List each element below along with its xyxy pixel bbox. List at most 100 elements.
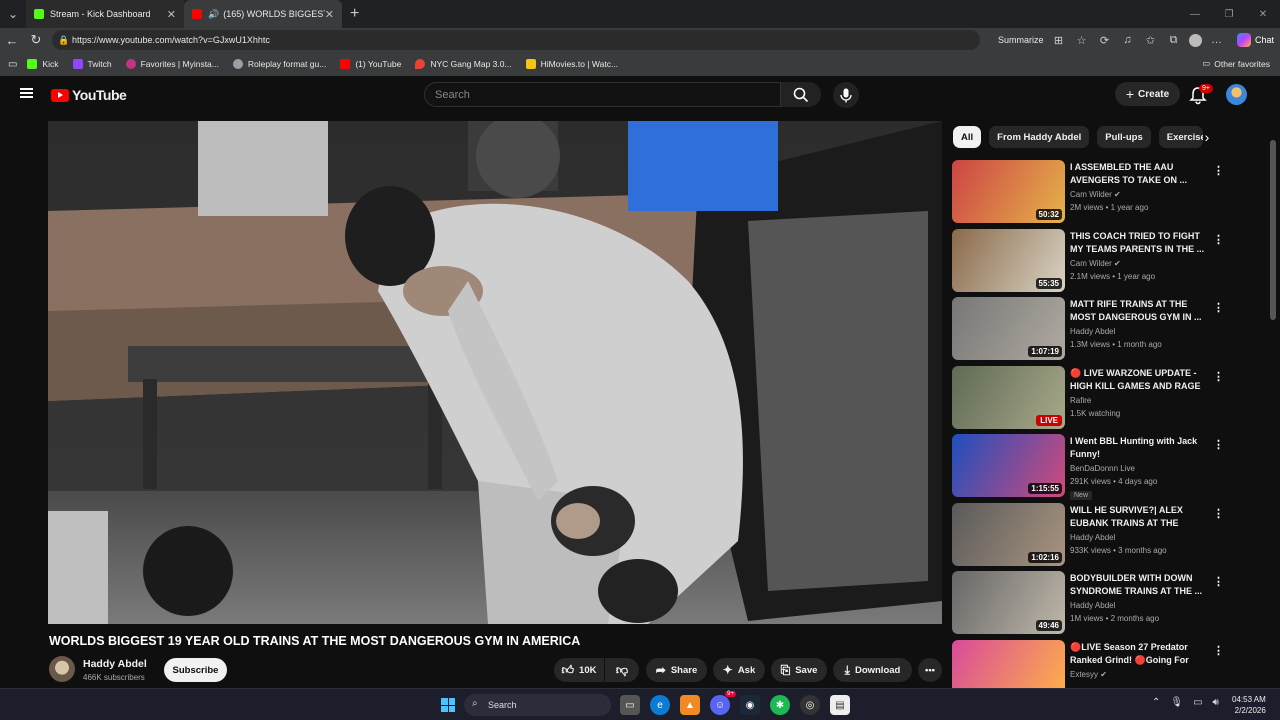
recommendation-item[interactable]: 49:46 BODYBUILDER WITH DOWN SYNDROME TRAI… bbox=[952, 571, 1228, 640]
recommendation-title[interactable]: I ASSEMBLED THE AAU AVENGERS TO TAKE ON … bbox=[1070, 161, 1208, 187]
windows-start-icon[interactable] bbox=[441, 698, 455, 712]
more-vertical-icon[interactable]: ⋮ bbox=[1213, 507, 1224, 520]
bookmark-myinsta[interactable]: Favorites | Myinsta... bbox=[125, 59, 219, 69]
video-player[interactable] bbox=[48, 121, 942, 624]
video-thumbnail[interactable]: 55:35 bbox=[952, 228, 1065, 292]
system-clock[interactable]: 04:53 AM 2/2/2026 bbox=[1232, 694, 1266, 716]
steam-icon[interactable]: ◉ bbox=[740, 695, 760, 715]
create-button[interactable]: + Create bbox=[1115, 82, 1180, 106]
favorite-star-icon[interactable]: ☆ bbox=[1074, 34, 1090, 47]
recommendation-title[interactable]: 🔴 LIVE WARZONE UPDATE - HIGH KILL GAMES … bbox=[1070, 367, 1208, 393]
recommendation-title[interactable]: WILL HE SURVIVE?| ALEX EUBANK TRAINS AT … bbox=[1070, 504, 1208, 530]
edge-icon[interactable]: e bbox=[650, 695, 670, 715]
favorites-icon[interactable]: ✩ bbox=[1143, 34, 1159, 47]
copilot-chat-button[interactable]: Chat bbox=[1236, 31, 1274, 49]
more-menu-icon[interactable]: … bbox=[1209, 34, 1225, 46]
bookmark-roleplay[interactable]: Roleplay format gu... bbox=[232, 59, 326, 69]
obs-icon[interactable]: ◎ bbox=[800, 695, 820, 715]
bookmark-kick[interactable]: Kick bbox=[27, 59, 59, 69]
close-window-icon[interactable]: ✕ bbox=[1246, 9, 1280, 20]
recommendation-item[interactable]: 1:15:55 I Went BBL Hunting with Jack Funn… bbox=[952, 434, 1228, 503]
recommendation-channel[interactable]: Cam Wilder ✔︎ bbox=[1070, 259, 1121, 268]
subscribe-button[interactable]: Subscribe bbox=[164, 658, 227, 682]
browser-tab-kick[interactable]: Stream - Kick Dashboard ✕ bbox=[26, 0, 184, 28]
menu-hamburger-icon[interactable] bbox=[20, 88, 33, 98]
more-vertical-icon[interactable]: ⋮ bbox=[1213, 370, 1224, 383]
refresh-icon[interactable]: ↻ bbox=[24, 32, 48, 48]
chevron-up-icon[interactable]: ⌃ bbox=[1152, 697, 1160, 708]
recommendation-channel[interactable]: BenDaDonnn Live bbox=[1070, 464, 1135, 473]
volume-icon[interactable]: 🔊︎ bbox=[1213, 697, 1219, 708]
recommendation-channel[interactable]: Haddy Abdel bbox=[1070, 327, 1115, 336]
split-screen-icon[interactable]: ⊞ bbox=[1051, 34, 1067, 47]
youtube-logo[interactable]: YouTube bbox=[51, 87, 127, 103]
bookmark-youtube[interactable]: (1) YouTube bbox=[340, 59, 401, 69]
video-thumbnail[interactable]: 49:46 bbox=[952, 571, 1065, 634]
browser-essentials-icon[interactable]: ♫ bbox=[1120, 34, 1136, 46]
app-icon[interactable]: ▲ bbox=[680, 695, 700, 715]
share-button[interactable]: ➦ Share bbox=[646, 658, 707, 682]
summarize-button[interactable]: Summarize bbox=[998, 35, 1044, 45]
task-view-icon[interactable]: ▭ bbox=[620, 695, 640, 715]
recommendation-item[interactable]: 1:07:19 MATT RIFE TRAINS AT THE MOST DANG… bbox=[952, 297, 1228, 366]
more-vertical-icon[interactable]: ⋮ bbox=[1213, 233, 1224, 246]
more-vertical-icon[interactable]: ⋮ bbox=[1213, 644, 1224, 657]
other-favorites-folder[interactable]: ▭ Other favorites bbox=[1202, 58, 1270, 69]
discord-icon[interactable]: ☺ 9+ bbox=[710, 691, 736, 715]
tab-actions-menu-icon[interactable]: ⌄ bbox=[0, 0, 26, 28]
save-button[interactable]: ⎘ Save bbox=[771, 658, 827, 682]
recommendation-channel[interactable]: Cam Wilder ✔︎ bbox=[1070, 190, 1121, 199]
video-thumbnail[interactable]: 1:15:55 bbox=[952, 434, 1065, 497]
bookmark-twitch[interactable]: Twitch bbox=[72, 59, 112, 69]
network-icon[interactable]: ▭ bbox=[1193, 697, 1202, 708]
extensions-icon[interactable]: ⟳ bbox=[1097, 34, 1113, 47]
browser-tab-youtube[interactable]: 🔊 (165) WORLDS BIGGEST 19 YE ✕ bbox=[184, 0, 342, 28]
video-thumbnail[interactable]: 50:32 bbox=[952, 160, 1065, 223]
video-thumbnail[interactable]: LIVE bbox=[952, 365, 1065, 429]
new-tab-button[interactable]: + bbox=[350, 5, 359, 23]
more-vertical-icon[interactable]: ⋮ bbox=[1213, 575, 1224, 588]
speaker-icon[interactable]: 🔊 bbox=[208, 9, 219, 20]
recommendation-item[interactable]: 50:32 I ASSEMBLED THE AAU AVENGERS TO TAK… bbox=[952, 160, 1228, 229]
ask-button[interactable]: ✦ Ask bbox=[713, 658, 765, 682]
recommendation-item[interactable]: LIVE 🔴 LIVE WARZONE UPDATE - HIGH KILL GA… bbox=[952, 365, 1228, 435]
bookmark-himovies[interactable]: HiMovies.to | Watc... bbox=[525, 59, 618, 69]
collections-icon[interactable]: ⧉ bbox=[1166, 34, 1182, 47]
profile-icon[interactable] bbox=[1188, 33, 1202, 47]
more-actions-button[interactable]: ••• bbox=[918, 658, 942, 682]
maximize-icon[interactable]: ❐ bbox=[1212, 9, 1246, 20]
recommendation-channel[interactable]: Rafire bbox=[1070, 396, 1091, 405]
game-app-icon[interactable]: ✱ bbox=[770, 695, 790, 715]
video-thumbnail[interactable]: 1:02:16 bbox=[952, 502, 1065, 566]
voice-search-button[interactable] bbox=[833, 82, 859, 108]
recommendation-title[interactable]: MATT RIFE TRAINS AT THE MOST DANGEROUS G… bbox=[1070, 298, 1208, 324]
more-vertical-icon[interactable]: ⋮ bbox=[1213, 438, 1224, 451]
account-avatar[interactable] bbox=[1226, 84, 1247, 105]
more-vertical-icon[interactable]: ⋮ bbox=[1213, 301, 1224, 314]
recommendation-channel[interactable]: Haddy Abdel bbox=[1070, 601, 1115, 610]
video-thumbnail[interactable]: 1:07:19 bbox=[952, 297, 1065, 360]
page-scrollbar[interactable] bbox=[1270, 140, 1276, 320]
notepad-icon[interactable]: ▤ bbox=[830, 695, 850, 715]
more-vertical-icon[interactable]: ⋮ bbox=[1213, 164, 1224, 177]
collections-sidebar-icon[interactable]: ▭ bbox=[8, 59, 17, 70]
close-tab-icon[interactable]: ✕ bbox=[325, 8, 334, 21]
dislike-button[interactable]: 👎︎ bbox=[605, 658, 639, 682]
recommendation-title[interactable]: 🔴LIVE Season 27 Predator Ranked Grind! 🔴… bbox=[1070, 641, 1208, 667]
like-button[interactable]: 👍︎ 10K bbox=[554, 658, 604, 682]
url-field[interactable]: 🔒 https://www.youtube.com/watch?v=GJxwU1… bbox=[52, 30, 980, 50]
chevron-right-icon[interactable]: › bbox=[1197, 126, 1217, 148]
search-input[interactable]: Search bbox=[424, 82, 781, 107]
taskbar-search-input[interactable]: ⌕ Search bbox=[464, 694, 611, 716]
bookmark-nyc-gang-map[interactable]: NYC Gang Map 3.0... bbox=[415, 59, 512, 69]
recommendation-channel[interactable]: Haddy Abdel bbox=[1070, 533, 1115, 542]
recommendation-title[interactable]: THIS COACH TRIED TO FIGHT MY TEAMS PAREN… bbox=[1070, 230, 1208, 256]
download-button[interactable]: ⤓ Download bbox=[833, 658, 912, 682]
channel-name[interactable]: Haddy Abdel bbox=[83, 658, 147, 670]
microphone-icon[interactable]: 🎙︎ bbox=[1170, 697, 1183, 708]
minimize-icon[interactable]: — bbox=[1178, 9, 1212, 20]
recommendation-channel[interactable]: Extesyy ✔︎ bbox=[1070, 670, 1107, 679]
back-icon[interactable]: ← bbox=[0, 33, 24, 48]
recommendation-title[interactable]: I Went BBL Hunting with Jack Funny! bbox=[1070, 435, 1208, 461]
chip-from-channel[interactable]: From Haddy Abdel bbox=[989, 126, 1090, 148]
